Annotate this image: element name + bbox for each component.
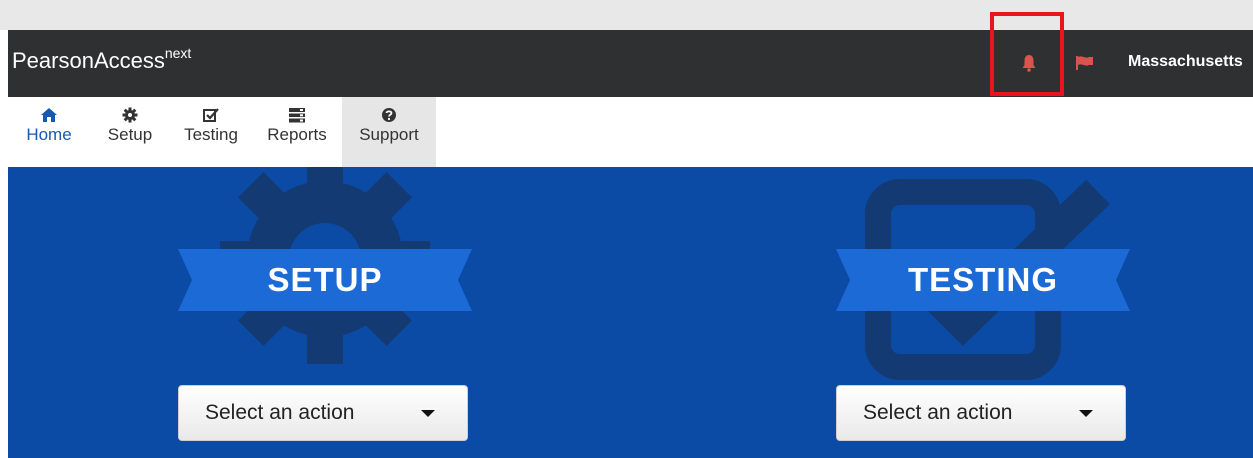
nav-label-support: Support — [359, 125, 419, 144]
nav-label-reports: Reports — [267, 125, 327, 144]
state-selector[interactable]: Massachusetts — [1128, 53, 1243, 71]
checkbox-icon — [203, 108, 219, 122]
nav-item-home[interactable]: Home — [8, 97, 90, 167]
gear-icon — [122, 107, 138, 123]
hero-banner: SETUP Select an action TESTING Select an… — [8, 167, 1253, 458]
reports-icon — [289, 108, 305, 123]
setup-panel: SETUP Select an action — [170, 167, 480, 458]
brand-superscript: next — [164, 45, 192, 61]
setup-title: SETUP — [267, 261, 383, 298]
setup-title-wrap: SETUP — [178, 249, 472, 311]
testing-panel: TESTING Select an action — [828, 167, 1138, 458]
chevron-down-icon — [421, 410, 435, 417]
testing-title: TESTING — [907, 261, 1058, 298]
annotation-highlight-box — [990, 12, 1064, 96]
flag-button[interactable] — [1072, 50, 1098, 76]
nav-item-reports[interactable]: Reports — [252, 97, 342, 167]
brand-name: PearsonAccess — [12, 48, 165, 73]
testing-select-label: Select an action — [863, 401, 1013, 424]
nav-item-support[interactable]: Support — [342, 97, 436, 167]
nav-label-home: Home — [26, 125, 72, 144]
main-nav: Home Setup Testing Reports Support — [8, 97, 436, 167]
flag-icon — [1076, 56, 1093, 70]
testing-title-wrap: TESTING — [836, 249, 1130, 311]
nav-item-setup[interactable]: Setup — [90, 97, 170, 167]
setup-select-label: Select an action — [205, 401, 355, 424]
question-circle-icon — [382, 108, 396, 122]
top-bar: PearsonAccessnext Massachusetts — [8, 30, 1253, 97]
nav-label-testing: Testing — [184, 125, 238, 144]
nav-label-setup: Setup — [107, 125, 153, 144]
brand-logo[interactable]: PearsonAccessnext — [12, 45, 192, 74]
browser-gap — [0, 0, 1253, 30]
chevron-down-icon — [1079, 410, 1093, 417]
nav-item-testing[interactable]: Testing — [170, 97, 252, 167]
testing-action-select[interactable]: Select an action — [836, 385, 1126, 441]
setup-action-select[interactable]: Select an action — [178, 385, 468, 441]
home-icon — [41, 108, 57, 122]
